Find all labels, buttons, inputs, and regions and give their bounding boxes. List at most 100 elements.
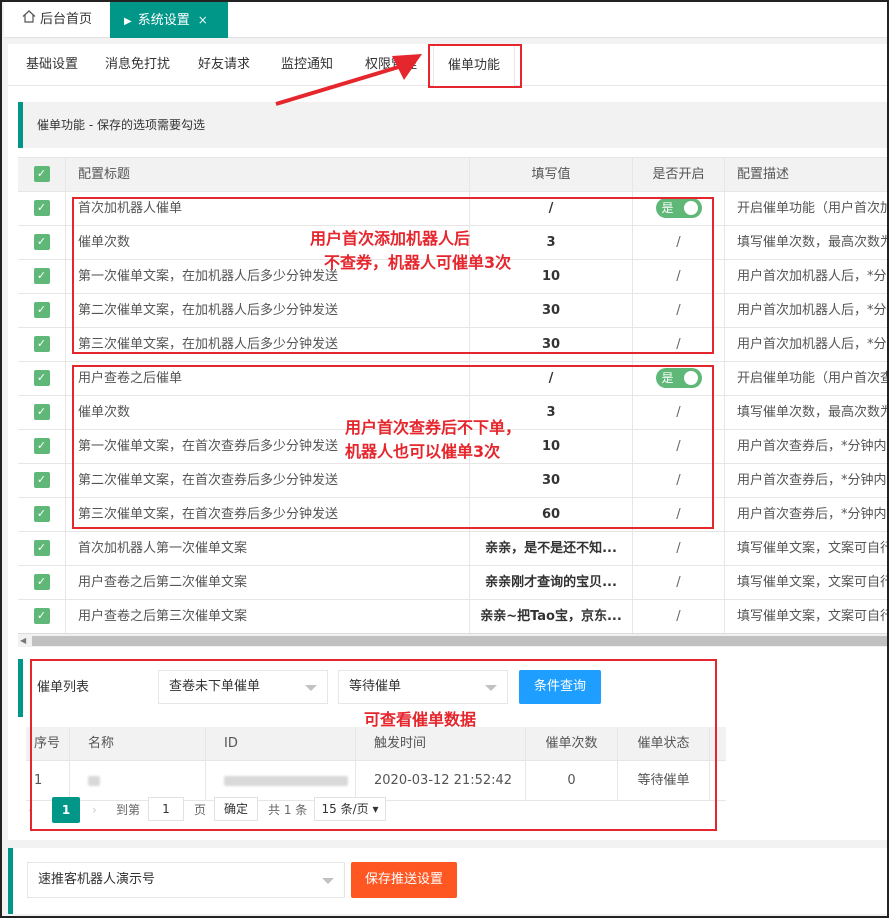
config-description: 填写催单次数，最高次数为3 [737, 405, 889, 420]
row-checkbox[interactable]: ✓ [33, 437, 50, 454]
config-enabled-cell: / [633, 498, 725, 532]
window-frame: 后台首页 ▶ 系统设置 × 基础设置 消息免打扰 好友请求 监控通知 权限管理 催单… [0, 0, 889, 918]
subtab-do-not-disturb[interactable]: 消息免打扰 [105, 44, 170, 86]
config-description: 用户首次查券后，*分钟内未下单 [737, 507, 887, 522]
subtab-order-reminder[interactable]: 催单功能 [433, 44, 516, 87]
goto-confirm-button[interactable]: 确定 [214, 797, 258, 821]
redacted-name [88, 775, 100, 786]
close-icon[interactable]: × [198, 13, 208, 27]
row-checkbox[interactable]: ✓ [33, 573, 50, 590]
scrollbar-thumb[interactable] [32, 636, 887, 646]
robot-select[interactable]: 速推客机器人演示号 [27, 862, 345, 898]
enabled-value: / [676, 269, 681, 284]
enabled-value: / [676, 609, 681, 624]
col-name: 名称 [70, 727, 206, 760]
config-description: 用户首次查券后，*分钟内未下单 [737, 439, 887, 454]
config-enabled-cell: / [633, 532, 725, 566]
enable-toggle[interactable]: 是 [655, 367, 702, 388]
row-checkbox-cell: ✓ [18, 498, 66, 532]
row-remind-count: 0 [526, 761, 618, 800]
config-description: 用户首次加机器人后，*分钟内 [737, 337, 887, 352]
row-checkbox[interactable]: ✓ [33, 539, 50, 556]
row-checkbox-cell: ✓ [18, 430, 66, 464]
row-checkbox[interactable]: ✓ [33, 301, 50, 318]
config-title: 首次加机器人催单 [66, 192, 470, 226]
save-push-settings-button[interactable]: 保存推送设置 [351, 862, 457, 898]
row-checkbox-cell: ✓ [18, 328, 66, 362]
config-title: 首次加机器人第一次催单文案 [66, 532, 470, 566]
config-description: 填写催单次数，最高次数为3 [737, 235, 889, 250]
header-description: 配置描述 [737, 167, 790, 182]
enabled-value: / [676, 405, 681, 420]
filter-type-select[interactable]: 查卷未下单催单 [158, 670, 328, 704]
page-label: 页 [194, 803, 207, 817]
top-tab-bar: 后台首页 ▶ 系统设置 × [4, 2, 887, 38]
page-number-current[interactable]: 1 [52, 797, 80, 823]
row-checkbox[interactable]: ✓ [33, 403, 50, 420]
select-all-checkbox[interactable]: ✓ [33, 165, 50, 182]
page-size-select[interactable]: 15 条/页 ▾ [314, 797, 386, 821]
order-list-title: 催单列表 [37, 680, 90, 695]
row-checkbox[interactable]: ✓ [33, 607, 50, 624]
scroll-left-icon[interactable]: ◀ [20, 634, 26, 648]
subtab-friend-request[interactable]: 好友请求 [198, 44, 250, 86]
goto-page-input[interactable]: 1 [148, 797, 184, 821]
row-index: 1 [26, 761, 70, 800]
robot-select-value: 速推客机器人演示号 [38, 872, 156, 887]
annotation-note2-line1: 用户首次查券后不下单， [345, 418, 522, 437]
col-index: 序号 [26, 727, 70, 760]
config-value[interactable]: 亲亲~把Tao宝，京东... [470, 600, 633, 633]
caret-down-icon: ▾ [372, 802, 379, 816]
header-enabled: 是否开启 [633, 158, 725, 192]
row-id-redacted [206, 761, 356, 800]
table-row: ✓ 第三次催单文案，在加机器人后多少分钟发送30 / 用户首次加机器人后，*分钟内 [18, 328, 887, 362]
config-value[interactable]: 30 [470, 328, 633, 362]
config-title: 用户查卷之后第三次催单文案 [66, 600, 470, 633]
config-title: 第二次催单文案，在加机器人后多少分钟发送 [66, 294, 470, 328]
chevron-down-icon [305, 685, 317, 691]
query-button[interactable]: 条件查询 [519, 670, 601, 704]
config-enabled-cell: / [633, 294, 725, 328]
annotation-note1-line1: 用户首次添加机器人后 [310, 229, 471, 248]
enable-toggle[interactable]: 是 [655, 197, 702, 218]
row-checkbox[interactable]: ✓ [33, 471, 50, 488]
prev-page-icon[interactable]: ‹ [28, 797, 40, 823]
table-header-row: ✓ 配置标题 填写值 是否开启 配置描述 [18, 158, 887, 192]
config-description: 用户首次加机器人后，*分钟内 [737, 303, 887, 318]
config-enabled-cell: / [633, 430, 725, 464]
filter-status-select[interactable]: 等待催单 [338, 670, 508, 704]
config-value[interactable]: / [470, 362, 633, 396]
tab-home[interactable]: 后台首页 [10, 2, 108, 38]
row-checkbox-cell: ✓ [18, 226, 66, 260]
config-value[interactable]: 30 [470, 464, 633, 498]
redacted-id [224, 775, 348, 786]
row-checkbox[interactable]: ✓ [33, 233, 50, 250]
annotation-note3: 可查看催单数据 [364, 710, 477, 729]
annotation-arrow-icon [275, 54, 422, 106]
config-value[interactable]: / [470, 192, 633, 226]
row-checkbox[interactable]: ✓ [33, 369, 50, 386]
config-value[interactable]: 亲亲刚才查询的宝贝... [470, 566, 633, 600]
config-description: 填写催单文案，文案可自行编辑 [737, 541, 887, 556]
row-checkbox[interactable]: ✓ [33, 199, 50, 216]
row-checkbox-cell: ✓ [18, 362, 66, 396]
section-title: 催单功能 - 保存的选项需要勾选 [37, 118, 205, 132]
config-value[interactable]: 亲亲，是不是还不知... [470, 532, 633, 566]
config-value[interactable]: 60 [470, 498, 633, 532]
enabled-value: / [676, 541, 681, 556]
config-enabled-cell: 是 [633, 362, 725, 396]
config-value[interactable]: 30 [470, 294, 633, 328]
subtab-basic[interactable]: 基础设置 [26, 44, 78, 86]
enabled-value: / [676, 235, 681, 250]
row-checkbox[interactable]: ✓ [33, 335, 50, 352]
row-name-redacted [70, 761, 206, 800]
horizontal-scrollbar[interactable]: ◀ [18, 633, 887, 648]
row-checkbox[interactable]: ✓ [33, 267, 50, 284]
row-checkbox[interactable]: ✓ [33, 505, 50, 522]
next-page-icon[interactable]: › [92, 797, 104, 823]
row-checkbox-cell: ✓ [18, 566, 66, 600]
tab-system-settings[interactable]: ▶ 系统设置 × [110, 2, 228, 38]
row-checkbox-cell: ✓ [18, 396, 66, 430]
table-row: ✓ 首次加机器人第一次催单文案亲亲，是不是还不知... / 填写催单文案，文案可自行编… [18, 532, 887, 566]
config-description: 填写催单文案，文案可自行编辑 [737, 575, 887, 590]
